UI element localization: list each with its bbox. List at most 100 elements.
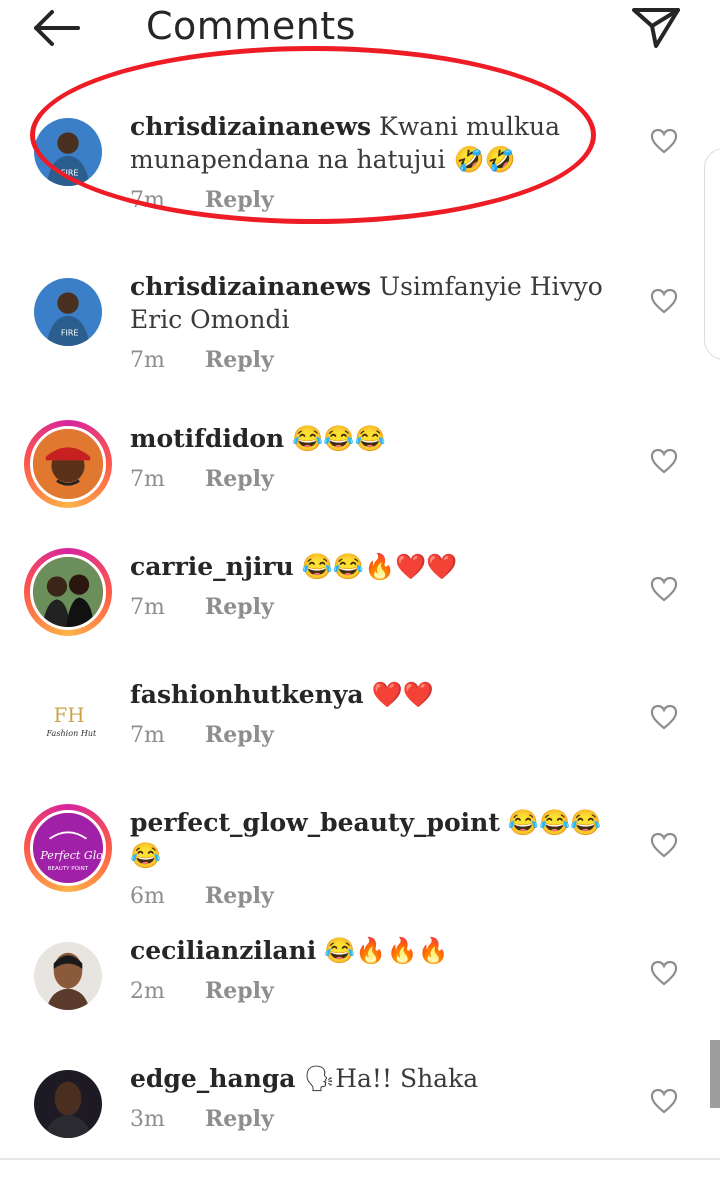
like-button[interactable]	[650, 960, 678, 986]
comment-text: 😂😂🔥❤️❤️	[301, 552, 458, 581]
share-button[interactable]	[630, 4, 682, 50]
back-button[interactable]	[28, 6, 84, 50]
like-button[interactable]	[650, 576, 678, 602]
heart-icon	[650, 960, 678, 986]
comment-body: carrie_njiru 😂😂🔥❤️❤️ 7m Reply	[130, 550, 630, 622]
comment-time: 6m	[130, 884, 165, 909]
comment-body: chrisdizainanews Usimfanyie Hivyo Eric O…	[130, 270, 630, 375]
svg-text:FIRE: FIRE	[61, 168, 79, 177]
comment-item: carrie_njiru 😂😂🔥❤️❤️ 7m Reply	[0, 548, 720, 676]
comment-username[interactable]: edge_hanga	[130, 1064, 296, 1093]
comment-item: FIRE chrisdizainanews Usimfanyie Hivyo Er…	[0, 268, 720, 396]
reply-button[interactable]: Reply	[205, 978, 274, 1004]
comment-body: cecilianzilani 😂🔥🔥🔥 2m Reply	[130, 934, 630, 1006]
heart-icon	[650, 288, 678, 314]
comment-item: cecilianzilani 😂🔥🔥🔥 2m Reply	[0, 932, 720, 1060]
heart-icon	[650, 832, 678, 858]
comment-item: edge_hanga 🗣Ha!! Shaka 3m Reply	[0, 1060, 720, 1188]
header-bar: Comments	[0, 0, 720, 56]
comment-username[interactable]: cecilianzilani	[130, 936, 316, 965]
heart-icon	[650, 704, 678, 730]
comment-text: 😂😂😂	[292, 424, 386, 453]
comment-time: 7m	[130, 348, 165, 373]
heart-icon	[650, 448, 678, 474]
comment-time: 7m	[130, 723, 165, 748]
comment-meta: 7m Reply	[130, 721, 630, 750]
avatar[interactable]	[24, 548, 112, 636]
avatar-image: FH Fashion Hut	[31, 683, 105, 757]
avatar[interactable]	[24, 420, 112, 508]
svg-text:FH: FH	[54, 704, 85, 727]
comment-item: motifdidon 😂😂😂 7m Reply	[0, 420, 720, 548]
like-button[interactable]	[650, 1088, 678, 1114]
comment-time: 7m	[130, 467, 165, 492]
svg-text:FIRE: FIRE	[61, 328, 79, 337]
comment-meta: 7m Reply	[130, 186, 630, 215]
avatar[interactable]	[24, 932, 112, 1020]
reply-button[interactable]: Reply	[205, 187, 274, 213]
svg-text:Fashion Hut: Fashion Hut	[46, 729, 98, 738]
avatar-image: FIRE	[31, 115, 105, 189]
like-button[interactable]	[650, 832, 678, 858]
reply-button[interactable]: Reply	[205, 466, 274, 492]
comment-username[interactable]: carrie_njiru	[130, 552, 294, 581]
comment-meta: 7m Reply	[130, 593, 630, 622]
reply-button[interactable]: Reply	[205, 347, 274, 373]
svg-text:BEAUTY POINT: BEAUTY POINT	[48, 866, 89, 872]
comment-time: 7m	[130, 595, 165, 620]
comment-body: edge_hanga 🗣Ha!! Shaka 3m Reply	[130, 1062, 630, 1134]
avatar-image	[30, 426, 106, 502]
comment-item: FH Fashion Hut fashionhutkenya ❤️❤️ 7m Reply	[0, 676, 720, 804]
comment-time: 2m	[130, 979, 165, 1004]
avatar[interactable]: FH Fashion Hut	[24, 676, 112, 764]
arrow-left-icon	[34, 10, 80, 46]
avatar[interactable]: Perfect Glo BEAUTY POINT	[24, 804, 112, 892]
comment-username[interactable]: perfect_glow_beauty_point	[130, 808, 500, 837]
avatar-image	[30, 554, 106, 630]
comment-meta: 6m Reply	[130, 882, 630, 911]
like-button[interactable]	[650, 448, 678, 474]
svg-text:Perfect Glo: Perfect Glo	[39, 849, 103, 862]
comment-time: 7m	[130, 188, 165, 213]
page-title: Comments	[146, 4, 356, 48]
comment-meta: 7m Reply	[130, 346, 630, 375]
side-panel-edge	[704, 148, 720, 360]
scrollbar[interactable]	[710, 1040, 720, 1108]
comment-text: 🗣Ha!! Shaka	[303, 1064, 479, 1093]
comment-text: ❤️❤️	[371, 680, 434, 709]
avatar-image	[31, 939, 105, 1013]
comment-username[interactable]: chrisdizainanews	[130, 272, 371, 301]
avatar[interactable]	[24, 1060, 112, 1148]
comment-body: fashionhutkenya ❤️❤️ 7m Reply	[130, 678, 630, 750]
avatar[interactable]: FIRE	[24, 108, 112, 196]
comment-meta: 3m Reply	[130, 1105, 630, 1134]
reply-button[interactable]: Reply	[205, 1106, 274, 1132]
avatar-image: Perfect Glo BEAUTY POINT	[30, 810, 106, 886]
avatar-image: FIRE	[31, 275, 105, 349]
comment-time: 3m	[130, 1107, 165, 1132]
comment-username[interactable]: motifdidon	[130, 424, 284, 453]
comment-meta: 7m Reply	[130, 465, 630, 494]
comment-meta: 2m Reply	[130, 977, 630, 1006]
heart-icon	[650, 576, 678, 602]
heart-icon	[650, 128, 678, 154]
comment-text: 😂🔥🔥🔥	[324, 936, 449, 965]
reply-button[interactable]: Reply	[205, 722, 274, 748]
heart-icon	[650, 1088, 678, 1114]
comment-body: chrisdizainanews Kwani mulkua munapendan…	[130, 110, 630, 215]
divider	[0, 1158, 720, 1160]
reply-button[interactable]: Reply	[205, 883, 274, 909]
like-button[interactable]	[650, 288, 678, 314]
comment-username[interactable]: fashionhutkenya	[130, 680, 364, 709]
comment-body: perfect_glow_beauty_point 😂😂😂😂 6m Reply	[130, 806, 630, 911]
comment-username[interactable]: chrisdizainanews	[130, 112, 371, 141]
like-button[interactable]	[650, 128, 678, 154]
comment-item: Perfect Glo BEAUTY POINT perfect_glow_beau…	[0, 804, 720, 932]
avatar-image	[31, 1067, 105, 1141]
comment-item: FIRE chrisdizainanews Kwani mulkua munape…	[0, 108, 720, 236]
avatar[interactable]: FIRE	[24, 268, 112, 356]
paper-plane-icon	[632, 8, 680, 48]
reply-button[interactable]: Reply	[205, 594, 274, 620]
comment-body: motifdidon 😂😂😂 7m Reply	[130, 422, 630, 494]
like-button[interactable]	[650, 704, 678, 730]
